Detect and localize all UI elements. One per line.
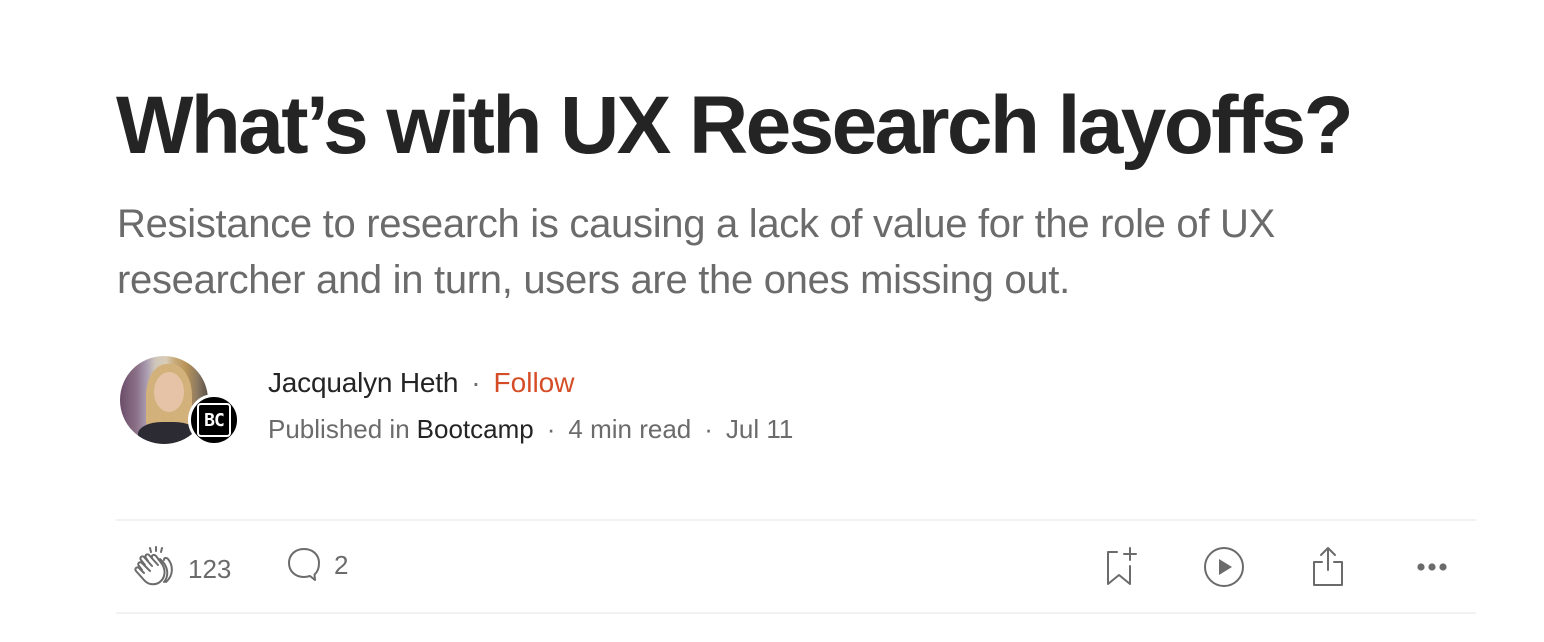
save-button[interactable] xyxy=(1104,546,1142,588)
clap-icon xyxy=(134,546,176,592)
separator-dot: · xyxy=(546,413,556,444)
byline-publication-row: Published in Bootcamp · 4 min read · Jul… xyxy=(268,408,793,450)
read-time: 4 min read xyxy=(568,413,692,444)
response-count: 2 xyxy=(334,549,349,580)
play-icon xyxy=(1203,546,1245,588)
more-icon xyxy=(1416,546,1450,588)
share-button[interactable] xyxy=(1310,546,1346,588)
article-action-bar: 123 2 xyxy=(116,522,1476,614)
article-title: What’s with UX Research layoffs? xyxy=(116,80,1354,171)
bookmark-add-icon xyxy=(1104,546,1142,588)
avatar-face xyxy=(154,372,184,412)
author-avatar-group: BC xyxy=(120,356,242,446)
divider-bottom xyxy=(116,612,1476,614)
listen-button[interactable] xyxy=(1203,546,1245,588)
divider-top xyxy=(116,519,1476,521)
article-subtitle: Resistance to research is causing a lack… xyxy=(117,202,1275,302)
published-in-label: Published in xyxy=(268,413,410,444)
clap-count: 123 xyxy=(188,553,232,584)
publication-link[interactable]: Bootcamp xyxy=(417,414,534,445)
follow-button[interactable]: Follow xyxy=(494,367,575,399)
separator-dot: · xyxy=(471,367,481,398)
byline-author-row: Jacqualyn Heth · Follow xyxy=(268,362,793,404)
clap-button[interactable]: 123 xyxy=(134,546,231,592)
byline: Jacqualyn Heth · Follow Published in Boo… xyxy=(268,362,793,450)
publication-avatar[interactable]: BC xyxy=(188,394,240,446)
comment-icon xyxy=(286,546,322,584)
author-name-link[interactable]: Jacqualyn Heth xyxy=(268,367,458,399)
publish-date: Jul 11 xyxy=(725,413,794,444)
responses-button[interactable]: 2 xyxy=(286,546,348,584)
separator-dot: · xyxy=(704,413,713,444)
share-icon xyxy=(1310,546,1346,588)
more-options-button[interactable] xyxy=(1416,546,1450,588)
publication-logo: BC xyxy=(197,403,231,437)
